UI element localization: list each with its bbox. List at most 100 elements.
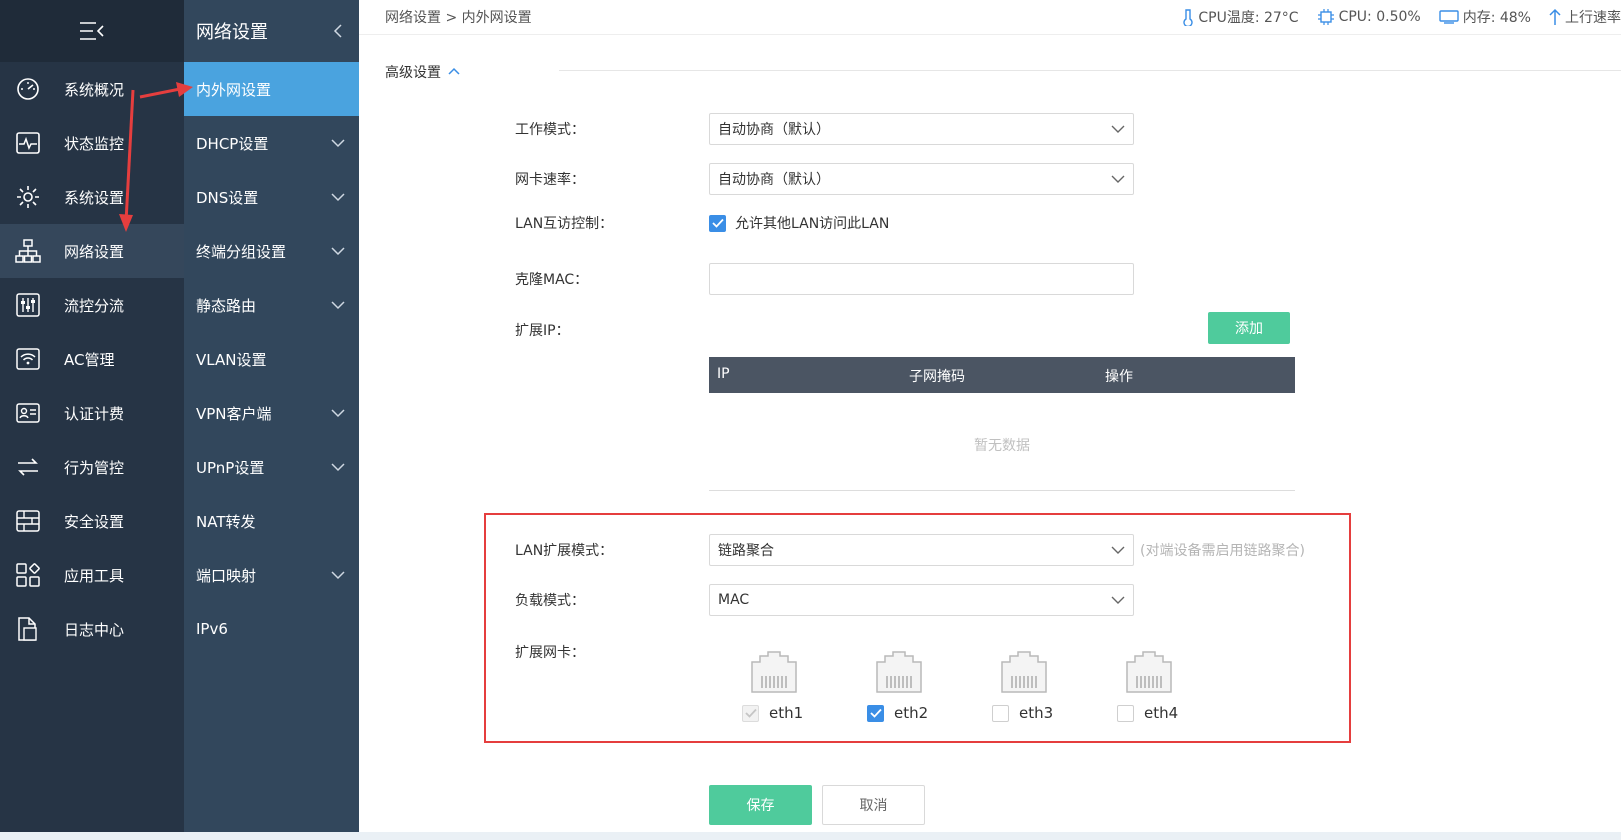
chevron-down-icon xyxy=(331,246,345,255)
monitor-icon xyxy=(14,129,42,157)
subnav-item-dhcp[interactable]: DHCP设置 xyxy=(184,116,359,170)
subnav-item-label: NAT转发 xyxy=(196,512,256,531)
lan-access-checkbox[interactable] xyxy=(709,214,726,232)
work-mode-select[interactable]: 自动协商（默认） xyxy=(709,113,1134,145)
ethernet-port-icon xyxy=(1001,651,1047,693)
subnav-item-lan-wan[interactable]: 内外网设置 xyxy=(184,62,359,116)
sidebar-item-network[interactable]: 网络设置 xyxy=(0,224,184,278)
primary-sidebar: 系统概况 状态监控 系统设置 网络设置 流控分流 AC管理 认证计费 行为管控 … xyxy=(0,0,184,832)
cpu-value: CPU: 0.50% xyxy=(1338,9,1421,25)
dashboard-icon xyxy=(14,75,42,103)
ext-nic-row: 扩展网卡： xyxy=(515,642,709,662)
lan-ext-mode-label: LAN扩展模式： xyxy=(515,543,614,559)
nic-speed-label: 网卡速率： xyxy=(515,172,585,188)
log-icon xyxy=(14,615,42,643)
subnav-item-nat[interactable]: NAT转发 xyxy=(184,494,359,548)
ext-nic-ports: eth1 eth2 eth3 eth4 xyxy=(742,650,1242,722)
subnav-header: 网络设置 xyxy=(184,0,359,62)
subnav-item-vlan[interactable]: VLAN设置 xyxy=(184,332,359,386)
subnav-item-label: DHCP设置 xyxy=(196,134,269,153)
subnav-item-vpn-client[interactable]: VPN客户端 xyxy=(184,386,359,440)
sidebar-item-overview[interactable]: 系统概况 xyxy=(0,62,184,116)
memory-stat: 内存: 48% xyxy=(1439,7,1531,27)
chevron-up-icon xyxy=(448,67,460,75)
ext-ip-table-header: IP 子网掩码 操作 xyxy=(709,357,1295,393)
app: 系统概况 状态监控 系统设置 网络设置 流控分流 AC管理 认证计费 行为管控 … xyxy=(0,0,1621,840)
load-mode-select[interactable]: MAC xyxy=(709,584,1134,616)
sidebar-item-tools[interactable]: 应用工具 xyxy=(0,548,184,602)
sidebar-item-label: 网络设置 xyxy=(64,242,125,261)
upload-value: 上行速率 xyxy=(1565,10,1621,26)
swap-icon xyxy=(14,453,42,481)
chevron-left-icon[interactable] xyxy=(333,23,343,39)
apps-icon xyxy=(14,561,42,589)
chevron-down-icon xyxy=(331,462,345,471)
sidebar-item-system[interactable]: 系统设置 xyxy=(0,170,184,224)
table-empty-text: 暂无数据 xyxy=(974,438,1030,454)
chevron-down-icon xyxy=(331,570,345,579)
table-bottom-divider xyxy=(709,490,1295,491)
chevron-down-icon xyxy=(331,192,345,201)
memory-icon xyxy=(1439,10,1459,24)
sidebar-item-logs[interactable]: 日志中心 xyxy=(0,602,184,656)
upload-stat: 上行速率 xyxy=(1549,7,1621,27)
sidebar-item-security[interactable]: 安全设置 xyxy=(0,494,184,548)
load-mode-value: MAC xyxy=(718,592,750,608)
menu-toggle-button[interactable] xyxy=(0,0,184,62)
subnav-item-ipv6[interactable]: IPv6 xyxy=(184,602,359,656)
eth1-checkbox[interactable] xyxy=(742,704,759,722)
save-button[interactable]: 保存 xyxy=(709,785,812,825)
ethernet-port-icon xyxy=(751,651,797,693)
sidebar-item-label: AC管理 xyxy=(64,350,115,369)
subnav-item-label: 端口映射 xyxy=(196,566,257,585)
subnav-item-terminal-group[interactable]: 终端分组设置 xyxy=(184,224,359,278)
port-eth3: eth3 xyxy=(992,650,1117,722)
menu-collapse-icon xyxy=(80,22,104,40)
section-divider xyxy=(559,70,1621,71)
subnav-item-upnp[interactable]: UPnP设置 xyxy=(184,440,359,494)
subnav-item-port-mapping[interactable]: 端口映射 xyxy=(184,548,359,602)
eth4-checkbox[interactable] xyxy=(1117,704,1134,722)
subnav-item-static-route[interactable]: 静态路由 xyxy=(184,278,359,332)
checkmark-icon xyxy=(711,218,724,228)
eth3-label: eth3 xyxy=(1019,704,1054,722)
ethernet-port-icon xyxy=(1126,651,1172,693)
lan-ext-mode-row: LAN扩展模式： 链路聚合 (对端设备需启用链路聚合) xyxy=(515,534,1305,566)
sidebar-item-flow[interactable]: 流控分流 xyxy=(0,278,184,332)
sidebar-item-ac[interactable]: AC管理 xyxy=(0,332,184,386)
add-ip-button[interactable]: 添加 xyxy=(1208,312,1290,344)
chevron-down-icon xyxy=(1111,175,1125,183)
network-icon xyxy=(14,237,42,265)
top-bar: 网络设置 > 内外网设置 CPU温度: 27°C CPU: 0.50% 内存: … xyxy=(359,0,1621,35)
nic-speed-row: 网卡速率： 自动协商（默认） xyxy=(515,163,1134,195)
id-card-icon xyxy=(14,399,42,427)
cancel-button[interactable]: 取消 xyxy=(822,785,925,825)
lan-ext-mode-value: 链路聚合 xyxy=(718,543,774,559)
cpu-temp-value: CPU温度: 27°C xyxy=(1198,10,1299,26)
ext-ip-label: 扩展IP： xyxy=(515,323,570,339)
advanced-settings-toggle[interactable]: 高级设置 xyxy=(385,62,461,82)
sidebar-item-monitor[interactable]: 状态监控 xyxy=(0,116,184,170)
work-mode-row: 工作模式： 自动协商（默认） xyxy=(515,113,1134,145)
lan-access-checkbox-label: 允许其他LAN访问此LAN xyxy=(735,216,890,232)
sidebar-item-label: 流控分流 xyxy=(64,296,125,315)
eth3-checkbox[interactable] xyxy=(992,704,1009,722)
breadcrumb: 网络设置 > 内外网设置 xyxy=(385,10,532,26)
lan-ext-mode-hint: (对端设备需启用链路聚合) xyxy=(1140,543,1305,559)
subnav-item-label: IPv6 xyxy=(196,620,228,638)
clone-mac-input[interactable] xyxy=(709,263,1134,295)
port-eth4: eth4 xyxy=(1117,650,1242,722)
nic-speed-select[interactable]: 自动协商（默认） xyxy=(709,163,1134,195)
lan-ext-mode-select[interactable]: 链路聚合 xyxy=(709,534,1134,566)
checkmark-icon xyxy=(744,708,757,718)
clone-mac-row: 克隆MAC： xyxy=(515,263,1134,295)
sidebar-item-behavior[interactable]: 行为管控 xyxy=(0,440,184,494)
subnav-item-dns[interactable]: DNS设置 xyxy=(184,170,359,224)
chevron-down-icon xyxy=(331,408,345,417)
eth2-checkbox[interactable] xyxy=(867,704,884,722)
eth1-label: eth1 xyxy=(769,704,804,722)
sidebar-item-label: 行为管控 xyxy=(64,458,125,477)
sidebar-item-auth[interactable]: 认证计费 xyxy=(0,386,184,440)
subnav-item-label: UPnP设置 xyxy=(196,458,265,477)
chevron-down-icon xyxy=(1111,596,1125,604)
